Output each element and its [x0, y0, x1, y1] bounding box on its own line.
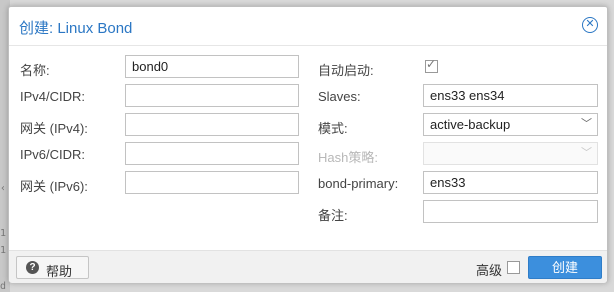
create-linux-bond-dialog: 创建: Linux Bond ✕ 名称: bond0 IPv4/CIDR: 网关… — [8, 6, 608, 283]
create-button[interactable]: 创建 — [528, 256, 602, 279]
chevron-down-icon: ﹀ — [581, 147, 592, 159]
help-button-label: 帮助 — [46, 264, 73, 279]
autostart-label: 自动启动: — [318, 63, 374, 78]
slaves-input[interactable]: ens33 ens34 — [423, 84, 598, 107]
question-circle-icon: ? — [26, 261, 39, 274]
bond-primary-label: bond-primary: — [318, 176, 399, 191]
mode-label: 模式: — [318, 121, 348, 136]
comment-label: 备注: — [318, 208, 348, 223]
name-input[interactable]: bond0 — [125, 55, 299, 78]
gateway-ipv4-label: 网关 (IPv4): — [20, 121, 88, 136]
close-icon[interactable]: ✕ — [582, 17, 598, 33]
mode-select[interactable]: active-backup ﹀ — [423, 113, 598, 136]
bond-primary-input[interactable]: ens33 — [423, 171, 598, 194]
hash-policy-select: ﹀ — [423, 142, 598, 165]
advanced-label: 高级 — [476, 263, 503, 278]
ipv4-cidr-label: IPv4/CIDR: — [20, 89, 86, 104]
gateway-ipv4-input[interactable] — [125, 113, 299, 136]
name-label: 名称: — [20, 63, 50, 78]
gateway-ipv6-input[interactable] — [125, 171, 299, 194]
background-fragment: 1 — [0, 228, 7, 239]
advanced-checkbox[interactable] — [507, 261, 520, 274]
gateway-ipv6-label: 网关 (IPv6): — [20, 179, 88, 194]
ipv6-cidr-input[interactable] — [125, 142, 299, 165]
ipv6-cidr-label: IPv6/CIDR: — [20, 147, 86, 162]
background-fragment: 1 — [0, 245, 7, 256]
comment-input[interactable] — [423, 200, 598, 223]
dialog-title: 创建: Linux Bond — [19, 20, 133, 37]
autostart-checkbox[interactable]: ✓ — [425, 57, 438, 73]
hash-policy-label: Hash策略: — [318, 150, 378, 165]
checkmark-icon: ✓ — [426, 57, 437, 71]
dialog-footer: ? 帮助 高级 创建 — [9, 250, 607, 283]
background-fragment: d — [0, 281, 7, 292]
dialog-header: 创建: Linux Bond ✕ — [9, 7, 607, 46]
ipv4-cidr-input[interactable] — [125, 84, 299, 107]
background-fragment: ‹ — [0, 183, 7, 194]
mode-select-value: active-backup — [430, 117, 511, 132]
help-button[interactable]: ? 帮助 — [16, 256, 89, 279]
slaves-label: Slaves: — [318, 89, 361, 104]
chevron-down-icon[interactable]: ﹀ — [581, 114, 592, 135]
